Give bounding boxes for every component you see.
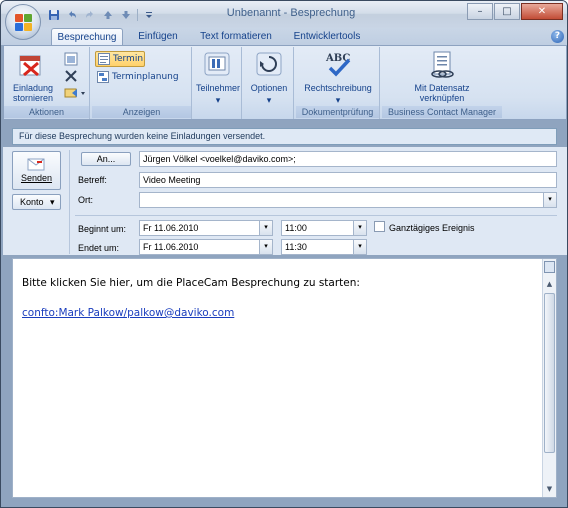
scroll-up-arrow-icon[interactable]: ▲ xyxy=(543,278,556,290)
group-aktionen: Einladung stornieren Aktionen xyxy=(4,47,90,119)
send-mail-icon xyxy=(26,156,48,172)
start-time-field[interactable]: 11:00 ▾ xyxy=(281,220,367,236)
cancel-invitation-label-2: stornieren xyxy=(12,93,54,103)
group-label-aktionen: Aktionen xyxy=(4,106,89,118)
to-field[interactable]: Jürgen Völkel <voelkel@daviko.com>; xyxy=(139,151,557,167)
group-label-dokumentpruefung: Dokumentprüfung xyxy=(296,106,379,118)
all-day-checkbox[interactable] xyxy=(374,221,385,232)
save-icon[interactable] xyxy=(47,8,61,22)
start-label: Beginnt um: xyxy=(78,224,127,234)
ribbon: Einladung stornieren Aktionen Termin Ter… xyxy=(3,45,567,120)
terminplanung-button[interactable]: Terminplanung xyxy=(95,69,183,85)
konto-button[interactable]: Konto ▾ xyxy=(12,194,61,210)
tab-entwicklertools[interactable]: Entwicklertools xyxy=(287,28,367,45)
link-record-label-1: Mit Datensatz xyxy=(414,83,470,93)
optionen-dropdown-arrow: ▾ xyxy=(266,95,272,105)
konto-dropdown-arrow: ▾ xyxy=(50,197,55,207)
all-day-label: Ganztägiges Ereignis xyxy=(389,223,475,233)
start-date-dropdown-arrow[interactable]: ▾ xyxy=(259,221,272,235)
undo-icon[interactable] xyxy=(65,8,79,22)
end-time-dropdown-arrow[interactable]: ▾ xyxy=(353,240,366,254)
down-arrow-icon[interactable] xyxy=(119,8,133,22)
start-time-value: 11:00 xyxy=(285,223,307,233)
termin-label: Termin xyxy=(113,54,144,64)
window-controls: – □ ✕ xyxy=(467,3,563,20)
help-icon[interactable]: ? xyxy=(551,30,564,43)
minimize-button[interactable]: – xyxy=(467,3,493,20)
group-teilnehmer[interactable]: Teilnehmer ▾ xyxy=(194,47,242,119)
group-dokumentpruefung: ABC Rechtschreibung ▾ Dokumentprüfung xyxy=(296,47,380,119)
scrollbar-thumb[interactable] xyxy=(544,293,555,453)
group-optionen[interactable]: Optionen ▾ xyxy=(244,47,294,119)
scroll-down-arrow-icon[interactable]: ▼ xyxy=(543,483,556,495)
end-label: Endet um: xyxy=(78,243,120,253)
start-time-dropdown-arrow[interactable]: ▾ xyxy=(353,221,366,235)
optionen-label: Optionen xyxy=(250,83,288,93)
tab-einfuegen[interactable]: Einfügen xyxy=(129,28,187,45)
end-date-field[interactable]: Fr 11.06.2010 ▾ xyxy=(139,239,273,255)
spelling-check-icon[interactable]: ABC xyxy=(324,50,354,81)
options-icon xyxy=(256,52,282,79)
ribbon-tabs: Besprechung Einfügen Text formatieren En… xyxy=(1,28,567,45)
tab-besprechung[interactable]: Besprechung xyxy=(51,28,123,45)
message-body[interactable]: Bitte klicken Sie hier, um die PlaceCam … xyxy=(12,258,557,498)
office-button[interactable] xyxy=(5,4,41,40)
forward-icon[interactable] xyxy=(64,87,86,102)
start-date-field[interactable]: Fr 11.06.2010 ▾ xyxy=(139,220,273,236)
group-business-contact-manager: Mit Datensatz verknüpfen Business Contac… xyxy=(382,47,502,119)
link-record-label-2: verknüpfen xyxy=(419,93,465,103)
group-label-anzeigen: Anzeigen xyxy=(92,106,191,118)
cancel-invitation-icon xyxy=(18,53,44,82)
close-button[interactable]: ✕ xyxy=(521,3,563,20)
end-time-field[interactable]: 11:30 ▾ xyxy=(281,239,367,255)
to-button[interactable]: An... xyxy=(81,152,131,166)
group-anzeigen: Termin Terminplanung Anzeigen xyxy=(92,47,192,119)
up-arrow-icon[interactable] xyxy=(101,8,115,22)
outlook-window: Unbenannt - Besprechung – □ ✕ Besprechun… xyxy=(0,0,568,508)
vertical-scrollbar[interactable]: ▲ ▼ xyxy=(542,259,556,497)
teilnehmer-dropdown-arrow: ▾ xyxy=(215,95,221,105)
end-date-value: Fr 11.06.2010 xyxy=(143,242,199,252)
terminplanung-label: Terminplanung xyxy=(112,72,179,82)
subject-label: Betreff: xyxy=(78,175,107,185)
maximize-button[interactable]: □ xyxy=(494,3,520,20)
link-record-button[interactable]: Mit Datensatz verknüpfen xyxy=(382,83,502,103)
location-dropdown-arrow[interactable]: ▾ xyxy=(543,193,556,207)
cancel-invitation-label-1: Einladung xyxy=(12,83,54,93)
ruler-icon[interactable] xyxy=(544,261,555,273)
termin-button[interactable]: Termin xyxy=(95,51,145,67)
end-time-value: 11:30 xyxy=(285,242,307,252)
rechtschreibung-button[interactable]: Rechtschreibung xyxy=(296,83,380,93)
quick-access-toolbar xyxy=(47,7,156,23)
redo-icon[interactable] xyxy=(83,8,97,22)
title-bar: Unbenannt - Besprechung – □ ✕ xyxy=(1,1,567,28)
office-logo-icon xyxy=(15,14,32,31)
body-link[interactable]: confto:Mark Palkow/palkow@daviko.com xyxy=(22,307,234,319)
teilnehmer-label: Teilnehmer xyxy=(195,83,241,93)
subject-field[interactable]: Video Meeting xyxy=(139,172,557,188)
group-label-bcm: Business Contact Manager xyxy=(382,106,502,118)
cancel-invitation-button[interactable]: Einladung stornieren xyxy=(8,83,58,103)
send-label: Senden xyxy=(20,173,53,183)
end-date-dropdown-arrow[interactable]: ▾ xyxy=(259,240,272,254)
customize-icon[interactable] xyxy=(142,8,156,22)
attendees-icon xyxy=(204,52,230,79)
konto-label: Konto xyxy=(20,197,44,207)
delete-icon[interactable] xyxy=(65,70,77,85)
rechtschreibung-dropdown-arrow: ▾ xyxy=(335,95,341,105)
window-title: Unbenannt - Besprechung xyxy=(226,7,356,19)
appointment-icon xyxy=(98,53,110,70)
info-bar: Für diese Besprechung wurden keine Einla… xyxy=(12,128,557,145)
location-label: Ort: xyxy=(78,195,93,205)
scheduling-icon xyxy=(97,71,109,89)
tab-text-formatieren[interactable]: Text formatieren xyxy=(193,28,279,45)
link-to-record-icon xyxy=(429,51,455,82)
send-button[interactable]: Senden xyxy=(12,151,61,190)
start-date-value: Fr 11.06.2010 xyxy=(143,223,199,233)
calendar-small-icon[interactable] xyxy=(64,52,78,69)
location-field[interactable]: ▾ xyxy=(139,192,557,208)
body-text: Bitte klicken Sie hier, um die PlaceCam … xyxy=(22,277,360,289)
